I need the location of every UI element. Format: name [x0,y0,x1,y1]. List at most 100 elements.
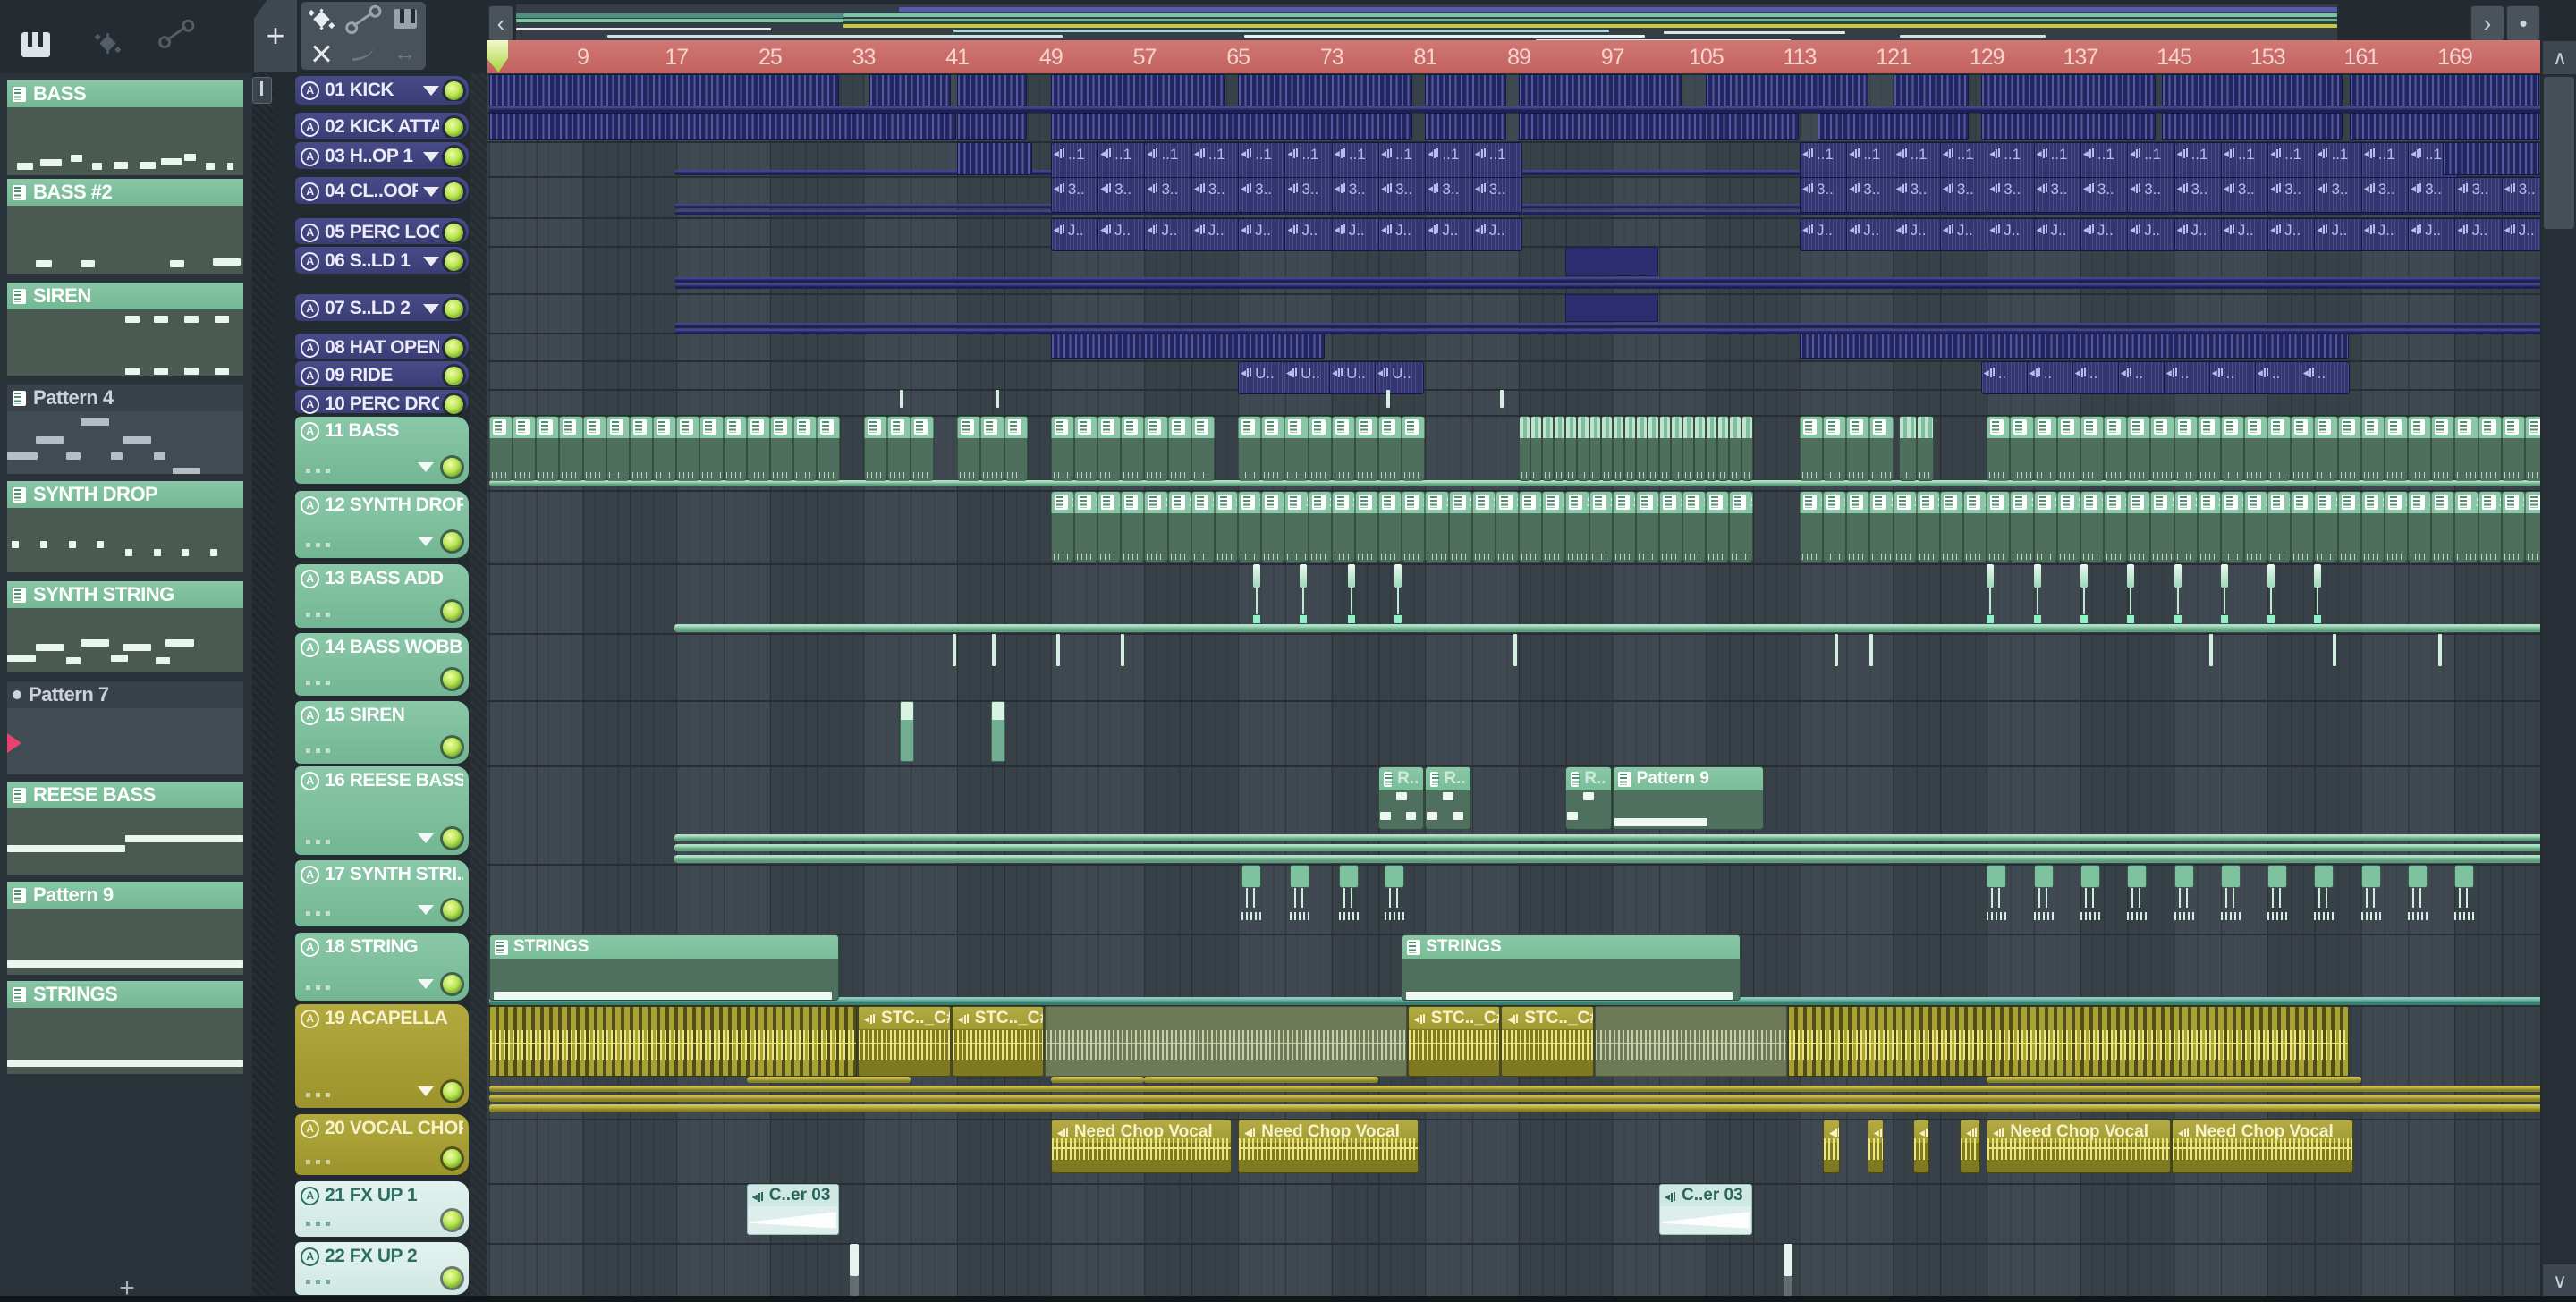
pattern-clip[interactable]: S.. [1823,491,1847,562]
track-header-acapella[interactable]: A 19 ACAPELLA [295,1004,469,1108]
track-enable-led[interactable] [445,366,463,385]
pattern-clip[interactable] [793,416,818,481]
solid-clip[interactable] [1565,294,1658,322]
track-header-string[interactable]: A 18 STRING [295,933,469,1001]
pattern-clip[interactable] [1741,416,1753,481]
pattern-item[interactable]: Pattern 7 [7,681,243,774]
pattern-clip[interactable] [1554,416,1566,481]
pattern-clip[interactable]: S.. [2244,491,2268,562]
pattern-clip[interactable]: S.. [2220,491,2244,562]
stab-clip[interactable] [2220,564,2228,623]
vocal-audio-clip[interactable]: STC.._C# [858,1006,951,1077]
sliver-clip[interactable] [996,390,1000,408]
track-header-synth-drop[interactable]: A 12 SYNTH DROP [295,491,469,558]
pattern-item[interactable]: SIREN [7,283,243,376]
pattern-list-scrollbar[interactable] [252,73,274,1302]
scroll-left-button[interactable]: ‹ [488,5,513,41]
pattern-clip[interactable] [1682,416,1695,481]
pattern-clip[interactable] [1706,416,1718,481]
pattern-clip[interactable] [2056,416,2080,481]
synth-string-clip[interactable] [1384,865,1404,920]
track-options-dots[interactable] [306,1280,331,1284]
pattern-clip[interactable]: S.. [2478,491,2502,562]
audio-clip[interactable]: 3.. [1939,177,1991,213]
track-mode-icon[interactable]: A [301,117,319,137]
pattern-clip[interactable]: S.. [1354,491,1379,562]
track-mode-icon[interactable]: A [301,394,319,414]
audio-clip[interactable]: J.. [1799,218,1851,251]
pattern-item-header[interactable]: BASS [7,80,243,107]
track-header-perc-drop-1[interactable]: A 10 PERC DROP 1 [295,390,469,414]
pattern-item-header[interactable]: REESE BASS [7,782,243,808]
track-header-reese-bass[interactable]: A 16 REESE BASS [295,766,469,855]
synth-string-clip[interactable] [2267,865,2288,920]
pattern-clip[interactable] [1191,416,1215,481]
pattern-clip[interactable]: S.. [1471,491,1496,562]
audio-clip[interactable]: 3.. [2127,177,2178,213]
timeline-ruler[interactable]: 9 17 25 33 41 49 57 65 73 81 89 97 105 113 121 129 137 14… [487,40,2540,75]
pattern-clip[interactable] [2454,416,2479,481]
stab-clip[interactable] [2033,564,2041,623]
sliver-clip[interactable] [1386,390,1391,408]
synth-string-clip[interactable] [2360,865,2381,920]
pattern-clip[interactable]: S.. [1729,491,1753,562]
track-enable-led[interactable] [443,1269,462,1288]
pattern-clip[interactable] [1799,416,1824,481]
synth-string-clip[interactable] [2220,865,2241,920]
pattern-clip[interactable]: S.. [1097,491,1122,562]
audio-clip[interactable]: 3.. [1144,177,1195,213]
audio-clip[interactable]: 3.. [2174,177,2224,213]
pattern-clip[interactable] [723,416,747,481]
pattern-clip[interactable] [746,416,770,481]
pattern-clip[interactable] [1899,416,1917,481]
solid-clip[interactable] [1565,247,1658,276]
pattern-clip[interactable]: S.. [2431,491,2455,562]
pattern-clip[interactable]: S.. [1448,491,1472,562]
pattern-clip[interactable] [1869,416,1894,481]
mini-audio-clip[interactable] [900,701,915,762]
striped-audio-clip[interactable] [869,74,951,106]
pattern-clip[interactable] [980,416,1004,481]
pattern-clip[interactable] [1600,416,1613,481]
vocal-audio-clip[interactable]: STC.._C# [1407,1006,1501,1077]
pattern-clip[interactable] [2033,416,2057,481]
pattern-clip[interactable] [2478,416,2502,481]
automation-clip[interactable] [674,844,2540,851]
track-options-dots[interactable] [306,469,331,473]
track-dropdown-arrow[interactable] [418,1086,434,1096]
pattern-clip[interactable]: S.. [2056,491,2080,562]
pattern-clip[interactable] [2360,416,2385,481]
pattern-clip[interactable] [957,416,981,481]
pattern-clip[interactable] [2174,416,2198,481]
track-enable-led[interactable] [443,1211,462,1230]
audio-clip[interactable]: J.. [2127,218,2178,251]
track-mode-icon[interactable]: A [301,1119,319,1138]
vocal-audio-clip-small[interactable] [1867,1120,1885,1173]
pattern-clip[interactable]: S.. [2454,491,2479,562]
overview-options-button[interactable]: • [2506,5,2540,41]
audio-clip[interactable]: 3.. [1238,177,1289,213]
audio-clip[interactable]: 3.. [2267,177,2318,213]
track-dropdown-arrow[interactable] [423,256,439,266]
track-enable-led[interactable] [443,1149,462,1168]
audio-clip[interactable]: .. [2254,361,2304,394]
pattern-clip[interactable]: S.. [1050,491,1074,562]
audio-clip[interactable]: 3.. [1331,177,1383,213]
track-header-fx-up-2[interactable]: A 22 FX UP 2 [295,1242,469,1295]
track-dropdown-arrow[interactable] [418,979,434,989]
stab-clip[interactable] [2314,564,2322,623]
track-options-dots[interactable] [306,1160,331,1164]
track-header-siren[interactable]: A 15 SIREN [295,701,469,764]
track-enable-led[interactable] [443,1082,462,1101]
audio-clip[interactable]: U.. [1284,361,1334,394]
pattern-clip[interactable]: S.. [1893,491,1917,562]
pattern-clip[interactable]: S.. [1846,491,1870,562]
vocal-audio-clip-small[interactable] [1912,1120,1930,1173]
striped-audio-clip[interactable] [2443,142,2539,175]
pattern-clip[interactable] [1612,416,1624,481]
striped-audio-clip[interactable] [1050,74,1226,106]
pattern-clip[interactable] [863,416,887,481]
pattern-clip[interactable]: S.. [1635,491,1659,562]
track-mode-icon[interactable]: A [301,771,319,790]
track-mode-icon[interactable]: A [301,1247,319,1266]
